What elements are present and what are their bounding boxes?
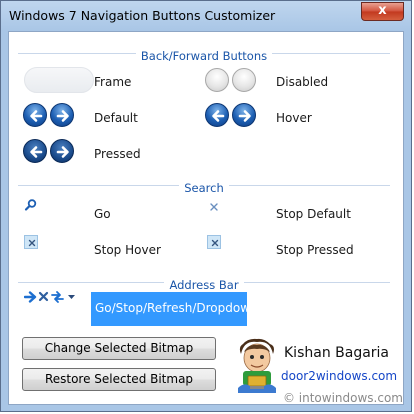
author-name: Kishan Bagaria bbox=[284, 345, 390, 361]
pressed-nav-buttons[interactable] bbox=[23, 139, 75, 163]
address-bar-section-heading: Address Bar bbox=[18, 274, 390, 292]
title-bar[interactable]: Windows 7 Navigation Buttons Customizer … bbox=[1, 1, 411, 31]
back-arrow-icon bbox=[23, 103, 47, 127]
search-icon[interactable] bbox=[24, 197, 38, 211]
restore-bitmap-button[interactable]: Restore Selected Bitmap bbox=[22, 368, 216, 391]
back-forward-section-heading: Back/Forward Buttons bbox=[18, 45, 390, 63]
section-title: Search bbox=[179, 181, 229, 195]
disabled-nav-buttons[interactable] bbox=[205, 68, 257, 92]
address-bar-icons[interactable] bbox=[23, 289, 84, 305]
app-window: Windows 7 Navigation Buttons Customizer … bbox=[0, 0, 412, 412]
disabled-label[interactable]: Disabled bbox=[276, 75, 328, 89]
window-title: Windows 7 Navigation Buttons Customizer bbox=[9, 8, 276, 23]
forward-arrow-icon bbox=[232, 68, 256, 92]
stop-pressed-label[interactable]: Stop Pressed bbox=[276, 243, 354, 257]
go-arrow-icon bbox=[23, 291, 37, 303]
go-label[interactable]: Go bbox=[94, 207, 111, 221]
pressed-label[interactable]: Pressed bbox=[94, 147, 141, 161]
forward-arrow-icon bbox=[50, 103, 74, 127]
forward-arrow-icon bbox=[232, 103, 256, 127]
default-label[interactable]: Default bbox=[94, 111, 138, 125]
change-bitmap-button[interactable]: Change Selected Bitmap bbox=[22, 337, 216, 360]
frame-label[interactable]: Frame bbox=[94, 75, 131, 89]
section-title: Back/Forward Buttons bbox=[135, 49, 273, 63]
refresh-icon bbox=[51, 291, 64, 303]
search-section-heading: Search bbox=[18, 177, 390, 195]
hover-label[interactable]: Hover bbox=[276, 111, 312, 125]
default-nav-buttons[interactable] bbox=[23, 103, 75, 127]
dialog-content: Back/Forward Buttons Frame Disabled Defa… bbox=[8, 31, 404, 405]
watermark-text: intowindows.com bbox=[298, 391, 403, 405]
stop-icon bbox=[38, 291, 49, 302]
close-icon[interactable] bbox=[24, 235, 38, 249]
back-arrow-icon bbox=[23, 139, 47, 163]
watermark: © intowindows.com bbox=[282, 391, 403, 405]
frame-preview[interactable] bbox=[24, 67, 94, 93]
close-icon[interactable] bbox=[207, 235, 221, 249]
close-button[interactable]: x bbox=[361, 2, 404, 21]
author-avatar bbox=[234, 338, 280, 394]
back-arrow-icon bbox=[205, 103, 229, 127]
close-icon[interactable] bbox=[207, 199, 221, 213]
stop-default-label[interactable]: Stop Default bbox=[276, 207, 351, 221]
forward-arrow-icon bbox=[50, 139, 74, 163]
hover-nav-buttons[interactable] bbox=[205, 103, 257, 127]
chevron-down-icon bbox=[68, 295, 75, 299]
section-title: Address Bar bbox=[164, 278, 244, 292]
close-icon: x bbox=[378, 3, 387, 18]
address-bar-selected-item[interactable]: Go/Stop/Refresh/Dropdown bbox=[91, 292, 258, 326]
back-arrow-icon bbox=[205, 68, 229, 92]
stop-hover-label[interactable]: Stop Hover bbox=[94, 243, 161, 257]
author-website-link[interactable]: door2windows.com bbox=[281, 369, 397, 383]
